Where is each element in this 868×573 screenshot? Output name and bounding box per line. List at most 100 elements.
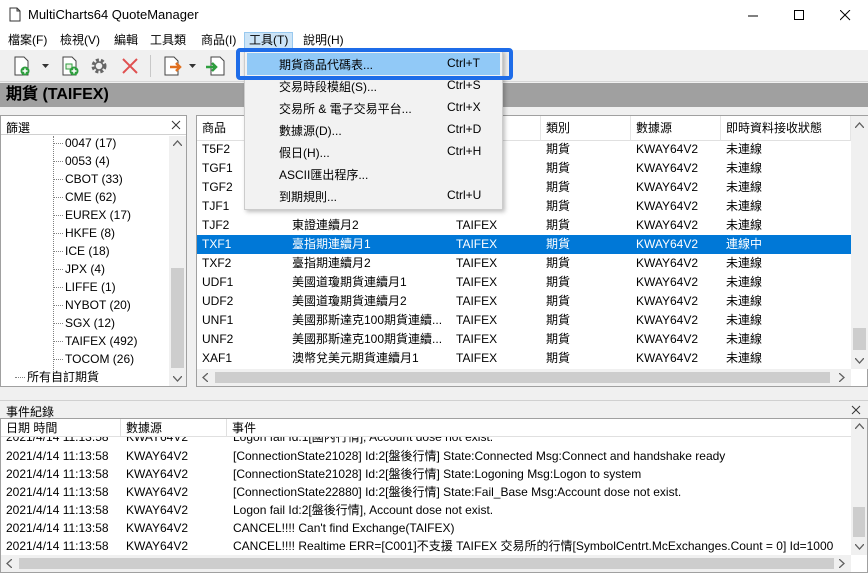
table-row[interactable]: UDF1 美國道瓊期貨連續月1 TAIFEX 期貨 KWAY64V2 未連線 <box>197 273 851 292</box>
log-col-time[interactable]: 日期 時間 <box>1 419 121 437</box>
filter-panel: 篩選 0047 (17) 0053 (4) CBOT (33) CME (62)… <box>0 115 187 387</box>
log-col-source[interactable]: 數據源 <box>121 419 227 437</box>
tree-item[interactable]: NYBOT (20) <box>65 296 131 314</box>
new-folder-icon[interactable] <box>60 56 80 76</box>
cell-exchange: TAIFEX <box>456 218 498 232</box>
table-row[interactable]: XAF1 澳幣兌美元期貨連續月1 TAIFEX 期貨 KWAY64V2 未連線 <box>197 349 851 368</box>
menu-help[interactable]: 說明(H) <box>299 32 348 49</box>
scroll-right-icon[interactable] <box>839 559 845 568</box>
scroll-left-icon[interactable] <box>202 373 208 382</box>
log-cell-event: [ConnectionState22880] Id:2[盤後行情] State:… <box>233 485 682 499</box>
tree-item[interactable]: ICE (18) <box>65 242 110 260</box>
cell-status: 未連線 <box>726 294 763 308</box>
tree-item[interactable]: 0047 (17) <box>65 134 116 152</box>
grid-hscrollbar[interactable] <box>197 369 851 386</box>
close-button[interactable] <box>822 0 868 30</box>
table-row-selected[interactable]: TXF1 臺指期連續月1 TAIFEX 期貨 KWAY64V2 連線中 <box>197 235 851 254</box>
col-header-status[interactable]: 即時資料接收狀態 <box>721 116 851 141</box>
gear-icon[interactable] <box>89 56 109 76</box>
tree-item[interactable]: HKFE (8) <box>65 224 115 242</box>
menu-symbol[interactable]: 商品(I) <box>197 32 240 49</box>
cell-source: KWAY64V2 <box>636 218 699 232</box>
log-cell-time: 2021/4/14 11:13:58 <box>6 467 109 481</box>
cell-status: 未連線 <box>726 199 763 213</box>
scroll-up-icon[interactable] <box>855 122 864 128</box>
cell-status: 未連線 <box>726 332 763 346</box>
tree-item[interactable]: TAIFEX (492) <box>65 332 137 350</box>
table-row[interactable]: UNF1 美國那斯達克100期貨連續... TAIFEX 期貨 KWAY64V2… <box>197 311 851 330</box>
log-row[interactable]: 2021/4/14 11:13:58 KWAY64V2 Logon fail I… <box>1 437 851 446</box>
tree-item-all-custom[interactable]: 所有自訂期貨 <box>27 368 99 386</box>
menu-edit[interactable]: 編輯 <box>110 32 142 49</box>
grid-vscrollbar[interactable] <box>851 116 868 369</box>
menu-item-expiration-rules[interactable]: 到期規則... Ctrl+U <box>247 185 500 207</box>
menu-file[interactable]: 檔案(F) <box>4 32 51 49</box>
menu-item-ascii-export[interactable]: ASCII匯出程序... <box>247 163 500 185</box>
cell-status: 連線中 <box>726 237 763 251</box>
grid-vscroll-thumb[interactable] <box>853 328 866 350</box>
log-hscroll-thumb[interactable] <box>19 558 834 569</box>
log-row[interactable]: 2021/4/14 11:13:58 KWAY64V2 Logon fail I… <box>1 501 851 519</box>
chevron-down-icon[interactable] <box>42 64 49 68</box>
tree-item[interactable]: SGX (12) <box>65 314 115 332</box>
log-row[interactable]: 2021/4/14 11:13:58 KWAY64V2 CANCEL!!!! C… <box>1 519 851 537</box>
log-vscrollbar[interactable] <box>851 419 867 555</box>
scroll-up-icon[interactable] <box>173 140 182 146</box>
menu-item-data-sources[interactable]: 數據源(D)... Ctrl+D <box>247 119 500 141</box>
table-row[interactable]: UNF2 美國那斯達克100期貨連續... TAIFEX 期貨 KWAY64V2… <box>197 330 851 349</box>
cell-status: 未連線 <box>726 351 763 365</box>
scroll-down-icon[interactable] <box>855 544 864 550</box>
cell-exchange: TAIFEX <box>456 351 498 365</box>
log-col-event[interactable]: 事件 <box>227 419 851 437</box>
cell-name: 臺指期連續月2 <box>292 256 371 270</box>
log-row[interactable]: 2021/4/14 11:13:58 KWAY64V2 CANCEL!!!! R… <box>1 537 851 555</box>
cell-symbol: XAF1 <box>202 351 233 365</box>
table-row[interactable]: TXF2 臺指期連續月2 TAIFEX 期貨 KWAY64V2 未連線 <box>197 254 851 273</box>
tree-item[interactable]: CBOT (33) <box>65 170 123 188</box>
cell-status: 未連線 <box>726 142 763 156</box>
tree-item[interactable]: TOCOM (26) <box>65 350 134 368</box>
menu-view[interactable]: 檢視(V) <box>56 32 104 49</box>
menu-item-holidays[interactable]: 假日(H)... Ctrl+H <box>247 141 500 163</box>
filter-close-button[interactable] <box>169 117 183 133</box>
log-row[interactable]: 2021/4/14 11:13:58 KWAY64V2 [ConnectionS… <box>1 447 851 465</box>
scroll-down-icon[interactable] <box>855 358 864 364</box>
cell-exchange: TAIFEX <box>456 275 498 289</box>
col-header-category[interactable]: 類別 <box>541 116 631 141</box>
annotation-highlight-box <box>236 48 513 80</box>
maximize-button[interactable] <box>776 0 822 30</box>
grid-hscroll-thumb[interactable] <box>215 372 830 383</box>
tree-item[interactable]: CME (62) <box>65 188 116 206</box>
scroll-left-icon[interactable] <box>6 559 12 568</box>
filter-scrollbar[interactable] <box>169 136 186 386</box>
col-header-source[interactable]: 數據源 <box>631 116 721 141</box>
minimize-icon <box>747 15 758 16</box>
menu-item-exchanges[interactable]: 交易所 & 電子交易平台... Ctrl+X <box>247 97 500 119</box>
log-hscrollbar[interactable] <box>1 555 851 572</box>
cell-category: 期貨 <box>546 332 571 346</box>
tree-item[interactable]: 0053 (4) <box>65 152 110 170</box>
table-row[interactable]: TJF2 東證連續月2 TAIFEX 期貨 KWAY64V2 未連線 <box>197 216 851 235</box>
menu-tool-classes[interactable]: 工具類 <box>146 32 190 49</box>
minimize-button[interactable] <box>730 0 776 30</box>
filter-scroll-thumb[interactable] <box>171 268 184 368</box>
tree-item[interactable]: EUREX (17) <box>65 206 131 224</box>
tree-item[interactable]: JPX (4) <box>65 260 105 278</box>
log-vscroll-thumb[interactable] <box>853 507 865 537</box>
chevron-down-icon[interactable] <box>189 64 196 68</box>
menu-tools[interactable]: 工具(T) <box>244 32 294 49</box>
delete-icon[interactable] <box>120 56 140 76</box>
log-close-button[interactable] <box>851 402 861 418</box>
table-row[interactable]: UDF2 美國道瓊期貨連續月2 TAIFEX 期貨 KWAY64V2 未連線 <box>197 292 851 311</box>
log-row[interactable]: 2021/4/14 11:13:58 KWAY64V2 [ConnectionS… <box>1 483 851 501</box>
cell-name: 東證連續月2 <box>292 218 359 232</box>
export-icon[interactable] <box>162 56 182 76</box>
scroll-down-icon[interactable] <box>173 376 182 382</box>
tree-item[interactable]: LIFFE (1) <box>65 278 116 296</box>
cell-source: KWAY64V2 <box>636 161 699 175</box>
scroll-right-icon[interactable] <box>839 373 845 382</box>
new-doc-icon[interactable] <box>12 56 32 76</box>
import-icon[interactable] <box>205 56 225 76</box>
log-row[interactable]: 2021/4/14 11:13:58 KWAY64V2 [ConnectionS… <box>1 465 851 483</box>
scroll-up-icon[interactable] <box>855 423 864 429</box>
